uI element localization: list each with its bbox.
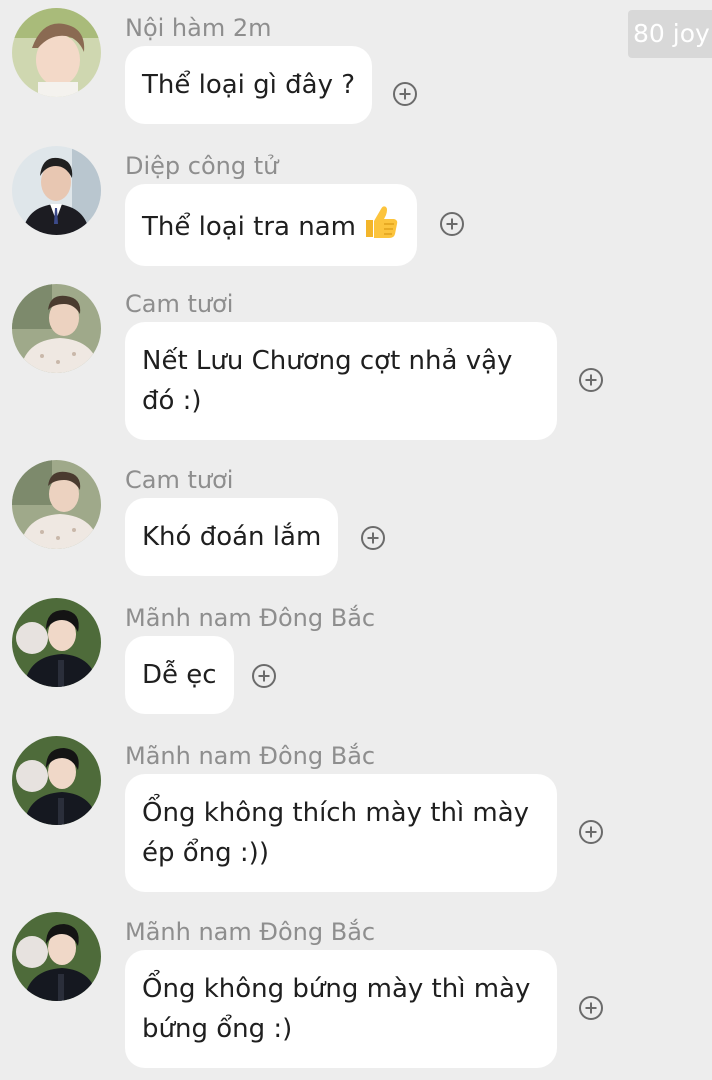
sender-name: Cam tươi xyxy=(125,466,234,494)
add-reaction-icon[interactable] xyxy=(360,525,386,551)
message-bubble[interactable]: Khó đoán lắm xyxy=(125,498,339,576)
chat-screen: 80 joy Nội hàm 2m Thể loại gì đây ? Diệp… xyxy=(0,0,712,1080)
user-photo-icon xyxy=(12,284,101,373)
message-bubble[interactable]: Ổng không thích mày thì mày ép ổng :)) xyxy=(125,774,557,892)
sender-name: Nội hàm 2m xyxy=(125,14,272,42)
chat-message: Diệp công tử Thể loại tra nam xyxy=(0,146,712,266)
sender-name: Mãnh nam Đông Bắc xyxy=(125,918,376,946)
avatar[interactable] xyxy=(12,8,101,97)
add-reaction-icon[interactable] xyxy=(251,663,277,689)
user-photo-icon xyxy=(12,912,101,1001)
add-reaction-icon[interactable] xyxy=(439,211,465,237)
avatar[interactable] xyxy=(12,598,101,687)
message-text: Dễ ẹc xyxy=(142,660,217,690)
thumbs-up-icon xyxy=(362,203,400,241)
chat-message: Cam tươi Khó đoán lắm xyxy=(0,460,712,580)
sender-name: Mãnh nam Đông Bắc xyxy=(125,604,376,632)
user-photo-icon xyxy=(12,8,101,97)
add-reaction-icon[interactable] xyxy=(392,81,418,107)
user-photo-icon xyxy=(12,460,101,549)
user-photo-icon xyxy=(12,598,101,687)
add-reaction-icon[interactable] xyxy=(578,367,604,393)
add-reaction-icon[interactable] xyxy=(578,995,604,1021)
message-text: Ổng không thích mày thì mày ép ổng :)) xyxy=(142,798,530,868)
sender-name: Mãnh nam Đông Bắc xyxy=(125,742,376,770)
avatar[interactable] xyxy=(12,146,101,235)
chat-message: Mãnh nam Đông Bắc Ổng không thích mày th… xyxy=(0,736,712,896)
message-bubble[interactable]: Dễ ẹc xyxy=(125,636,234,714)
avatar[interactable] xyxy=(12,284,101,373)
user-photo-icon xyxy=(12,736,101,825)
chat-message: Mãnh nam Đông Bắc Dễ ẹc xyxy=(0,598,712,718)
message-text: Thể loại tra nam xyxy=(142,212,356,242)
user-photo-icon xyxy=(12,146,101,235)
message-bubble[interactable]: Nết Lưu Chương cợt nhả vậy đó :) xyxy=(125,322,557,440)
message-bubble[interactable]: Thể loại gì đây ? xyxy=(125,46,373,124)
add-reaction-icon[interactable] xyxy=(578,819,604,845)
message-bubble[interactable]: Ổng không bứng mày thì mày bứng ổng :) xyxy=(125,950,557,1068)
message-text: Khó đoán lắm xyxy=(142,522,322,552)
sender-name: Cam tươi xyxy=(125,290,234,318)
avatar[interactable] xyxy=(12,912,101,1001)
message-text: Nết Lưu Chương cợt nhả vậy đó :) xyxy=(142,346,513,416)
chat-message: Nội hàm 2m Thể loại gì đây ? xyxy=(0,8,712,128)
message-bubble[interactable]: Thể loại tra nam xyxy=(125,184,417,266)
avatar[interactable] xyxy=(12,460,101,549)
message-text: Ổng không bứng mày thì mày bứng ổng :) xyxy=(142,974,531,1044)
chat-message: Cam tươi Nết Lưu Chương cợt nhả vậy đó :… xyxy=(0,284,712,444)
chat-message: Mãnh nam Đông Bắc Ổng không bứng mày thì… xyxy=(0,912,712,1072)
message-text: Thể loại gì đây ? xyxy=(142,70,356,100)
sender-name: Diệp công tử xyxy=(125,152,279,180)
avatar[interactable] xyxy=(12,736,101,825)
